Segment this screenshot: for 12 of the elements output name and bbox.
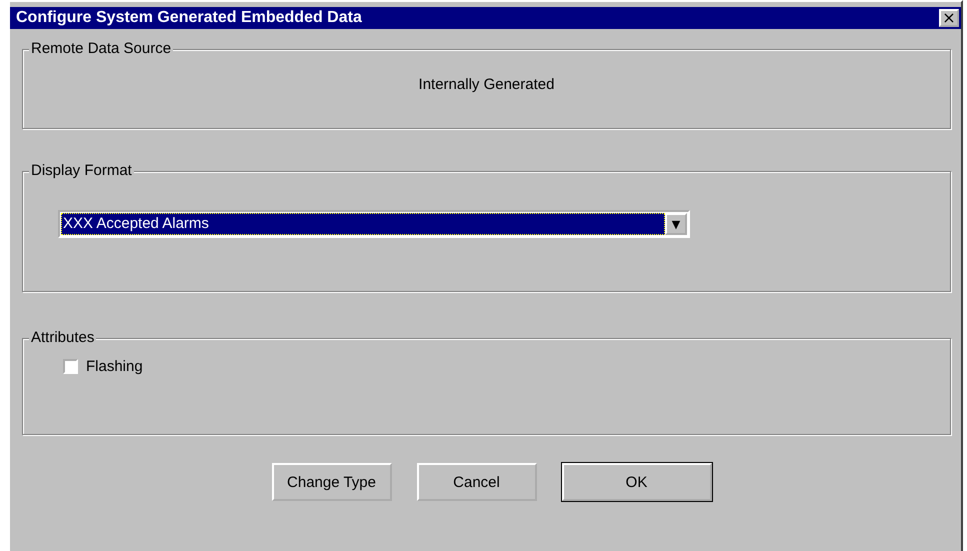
group-label: Display Format bbox=[29, 162, 134, 180]
checkbox[interactable] bbox=[63, 359, 78, 374]
dialog-button[interactable]: Change Type bbox=[272, 463, 392, 501]
source-value: Internally Generated bbox=[418, 76, 554, 93]
dropdown-value: XXX Accepted Alarms bbox=[61, 213, 665, 235]
checkbox-label: Flashing bbox=[86, 358, 143, 375]
dialog-button[interactable]: OK bbox=[562, 463, 712, 501]
dialog-button[interactable]: Cancel bbox=[416, 463, 536, 501]
dropdown-arrow-button[interactable]: ▼ bbox=[665, 213, 687, 235]
close-button[interactable]: × bbox=[939, 9, 959, 27]
format-dropdown[interactable]: XXX Accepted Alarms ▼ bbox=[58, 210, 690, 238]
window-title: Configure System Generated Embedded Data bbox=[16, 9, 362, 27]
